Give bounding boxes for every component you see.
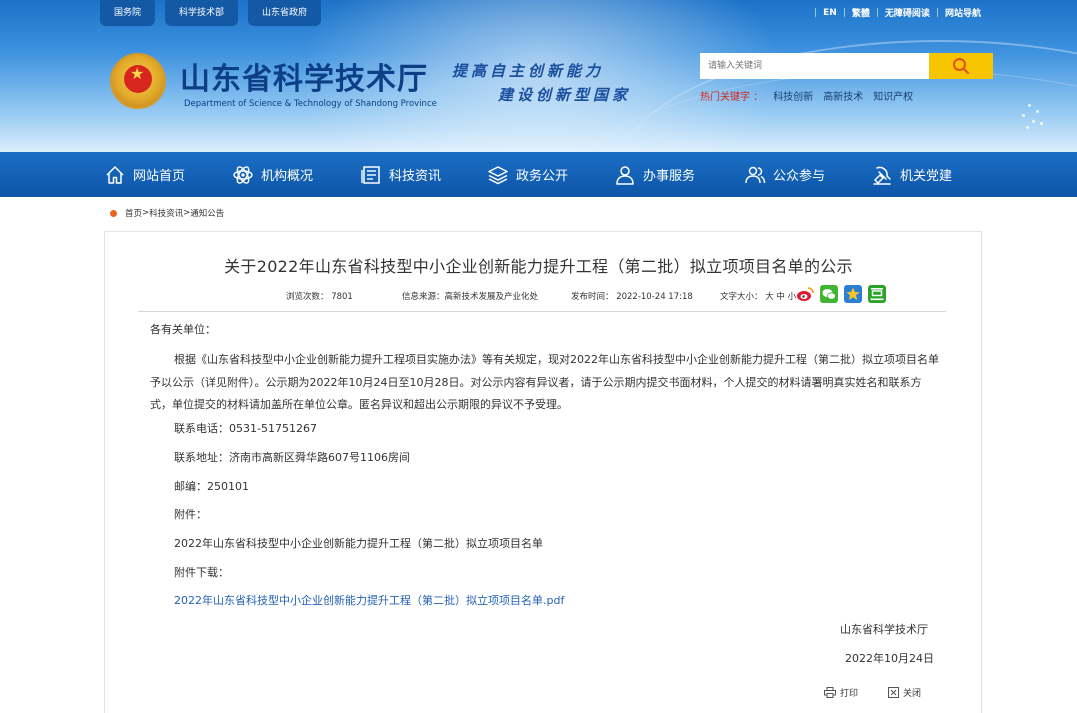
breadcrumb-home[interactable]: 首页 bbox=[125, 207, 142, 219]
nav-item-party[interactable]: 机关党建 bbox=[871, 152, 952, 197]
print-button[interactable]: 打印 bbox=[824, 686, 858, 699]
contact-address: 联系地址：济南市高新区舜华路607号1106房间 bbox=[174, 451, 410, 464]
search-input[interactable] bbox=[700, 53, 929, 79]
home-icon bbox=[106, 165, 124, 184]
national-emblem-logo: ★ bbox=[110, 53, 166, 109]
download-label: 附件下载： bbox=[174, 566, 229, 579]
article-title: 关于2022年山东省科技型中小企业创新能力提升工程（第二批）拟立项项目名单的公示 bbox=[224, 257, 853, 276]
wechat-icon bbox=[820, 285, 838, 303]
top-links: 国务院 科学技术部 山东省政府 bbox=[100, 0, 322, 26]
site-subtitle: Department of Science & Technology of Sh… bbox=[184, 99, 437, 109]
hot-keyword-link[interactable]: 科技创新 bbox=[773, 88, 813, 103]
nav-label: 公众参与 bbox=[773, 169, 826, 184]
title-divider bbox=[138, 311, 946, 312]
greeting: 各有关单位： bbox=[150, 323, 216, 336]
weibo-share-button[interactable] bbox=[796, 285, 814, 303]
nav-label: 政务公开 bbox=[516, 169, 569, 184]
breadcrumb-news[interactable]: 科技资讯 bbox=[149, 207, 183, 219]
body-paragraph: 根据《山东省科技型中小企业创新能力提升工程项目实施办法》等有关规定，现对2022… bbox=[150, 353, 939, 411]
attachment-download-link[interactable]: 2022年山东省科技型中小企业创新能力提升工程（第二批）拟立项项目名单.pdf bbox=[174, 590, 564, 612]
close-button[interactable]: 关闭 bbox=[888, 686, 921, 699]
nav-item-about[interactable]: 机构概况 bbox=[232, 152, 313, 197]
publish-date: 发布时间： 2022-10-24 17:18 bbox=[571, 292, 693, 302]
hot-keyword-link[interactable]: 高新技术 bbox=[823, 88, 863, 103]
close-label: 关闭 bbox=[903, 689, 922, 699]
atom-icon bbox=[233, 165, 253, 184]
slogan-line2: 建设创新型国家 bbox=[498, 86, 632, 104]
layers-icon bbox=[488, 165, 508, 184]
site-title: 山东省科学技术厅 bbox=[180, 62, 428, 97]
breadcrumb-notices[interactable]: 通知公告 bbox=[190, 207, 224, 219]
print-label: 打印 bbox=[840, 689, 859, 699]
site-header: 国务院 科学技术部 山东省政府 | EN | 繁體 | 无障碍阅读 | 网站导航… bbox=[0, 0, 1077, 152]
location-dot-icon bbox=[110, 209, 117, 217]
top-link-guowuyuan[interactable]: 国务院 bbox=[100, 0, 156, 26]
search-button[interactable] bbox=[929, 53, 993, 79]
nav-label: 机构概况 bbox=[261, 169, 314, 184]
party-icon bbox=[873, 166, 891, 185]
news-icon bbox=[361, 165, 380, 184]
signature-date: 2022年10月24日 bbox=[845, 652, 934, 665]
nav-item-participation[interactable]: 公众参与 bbox=[744, 152, 825, 197]
search-box bbox=[700, 53, 993, 79]
close-icon bbox=[888, 687, 899, 698]
slogan-line1: 提高自主创新能力 bbox=[452, 62, 605, 80]
decor-dots bbox=[1010, 100, 1050, 140]
qzone-share-button[interactable] bbox=[844, 285, 862, 303]
view-count: 浏览次数： 7801 bbox=[286, 292, 353, 302]
douban-share-button[interactable] bbox=[868, 285, 886, 303]
attachment-label: 附件： bbox=[174, 508, 207, 521]
share-buttons bbox=[796, 285, 886, 303]
top-link-shandong-gov[interactable]: 山东省政府 bbox=[248, 0, 322, 26]
info-source: 信息来源：高新技术发展及产业化处 bbox=[402, 292, 539, 302]
qzone-star-icon bbox=[844, 285, 862, 303]
main-nav: 网站首页 机构概况 科技资讯 政务公开 办事服务 公众参与 机关党建 bbox=[0, 152, 1077, 197]
person-icon bbox=[616, 165, 634, 185]
article-card bbox=[104, 231, 982, 713]
nav-label: 科技资讯 bbox=[389, 169, 442, 184]
people-icon bbox=[745, 166, 766, 183]
site-map-link[interactable]: 网站导航 bbox=[939, 6, 987, 19]
accessibility-link[interactable]: 无障碍阅读 bbox=[879, 6, 936, 19]
nav-label: 机关党建 bbox=[900, 169, 953, 184]
search-icon bbox=[953, 58, 969, 74]
weibo-icon bbox=[797, 287, 814, 301]
breadcrumb: 首页 > 科技资讯 > 通知公告 bbox=[110, 207, 224, 219]
nav-label: 网站首页 bbox=[133, 169, 186, 184]
top-link-kejibu[interactable]: 科学技术部 bbox=[165, 0, 239, 26]
nav-item-services[interactable]: 办事服务 bbox=[614, 152, 695, 197]
douban-icon bbox=[868, 285, 886, 303]
printer-icon bbox=[824, 687, 836, 698]
english-link[interactable]: EN bbox=[817, 8, 843, 18]
font-size-control[interactable]: 文字大小： 大 中 小 bbox=[720, 290, 796, 302]
contact-phone: 联系电话：0531-51751267 bbox=[174, 422, 317, 435]
attachment-name: 2022年山东省科技型中小企业创新能力提升工程（第二批）拟立项项目名单 bbox=[174, 537, 543, 550]
hot-keywords: 热门关键字 ： 科技创新 高新技术 知识产权 bbox=[700, 88, 913, 103]
nav-item-news[interactable]: 科技资讯 bbox=[360, 152, 441, 197]
hot-keywords-label: 热门关键字 ： bbox=[700, 92, 764, 103]
nav-item-home[interactable]: 网站首页 bbox=[104, 152, 185, 197]
nav-label: 办事服务 bbox=[643, 169, 696, 184]
utility-links: | EN | 繁體 | 无障碍阅读 | 网站导航 bbox=[814, 6, 987, 20]
signature-org: 山东省科学技术厅 bbox=[840, 623, 928, 636]
traditional-chinese-link[interactable]: 繁體 bbox=[846, 6, 876, 19]
wechat-share-button[interactable] bbox=[820, 285, 838, 303]
postcode: 邮编：250101 bbox=[174, 480, 249, 493]
nav-item-gov-info[interactable]: 政务公开 bbox=[487, 152, 568, 197]
hot-keyword-link[interactable]: 知识产权 bbox=[873, 88, 913, 103]
